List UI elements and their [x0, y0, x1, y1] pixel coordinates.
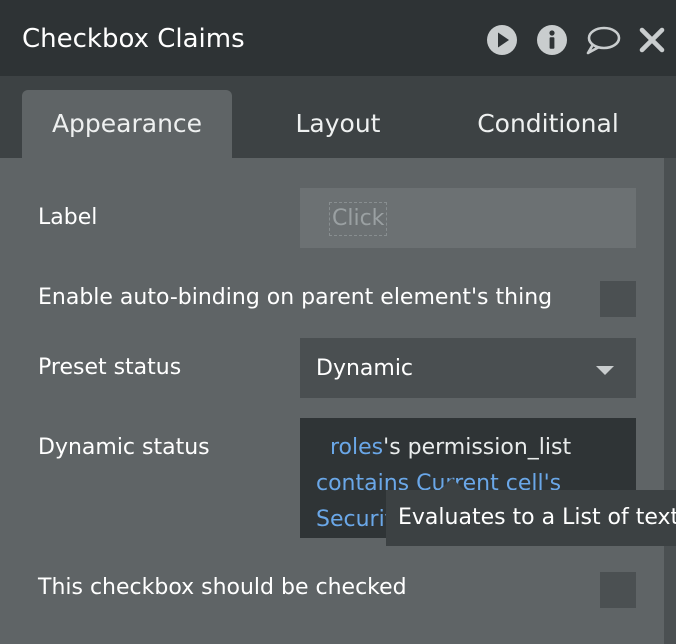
close-icon[interactable]	[638, 23, 666, 57]
element-title: Checkbox Claims	[22, 24, 245, 54]
chevron-down-icon	[596, 366, 614, 375]
auto-binding-property-name: Enable auto-binding on parent element's …	[38, 285, 553, 310]
info-icon[interactable]	[536, 23, 568, 57]
label-property-name: Label	[38, 205, 98, 230]
comment-icon[interactable]	[584, 23, 622, 57]
tooltip-text: Evaluates to a List of texts	[386, 490, 676, 546]
tab-appearance[interactable]: Appearance	[22, 90, 232, 158]
tab-layout[interactable]: Layout	[252, 90, 424, 158]
property-editor-header: Checkbox Claims	[0, 0, 676, 76]
should-be-checked-property-name: This checkbox should be checked	[38, 575, 407, 600]
preset-status-value: Dynamic	[316, 356, 414, 381]
tab-bar: Appearance Layout Conditional	[0, 76, 676, 158]
label-input[interactable]: Click	[300, 188, 636, 248]
scrollbar[interactable]	[664, 158, 676, 644]
preset-status-property-name: Preset status	[38, 355, 182, 380]
expression-line-1: roles's permission_list	[330, 433, 571, 463]
play-icon[interactable]	[486, 23, 518, 57]
tooltip-arrow	[440, 478, 464, 490]
should-be-checked-checkbox[interactable]	[600, 572, 636, 608]
auto-binding-checkbox[interactable]	[600, 281, 636, 317]
expression-token-roles[interactable]: roles	[330, 435, 383, 460]
dynamic-status-property-name: Dynamic status	[38, 435, 210, 460]
expression-token-permission-list[interactable]: 's permission_list	[383, 435, 571, 460]
preset-status-dropdown[interactable]: Dynamic	[300, 338, 636, 398]
tab-conditional[interactable]: Conditional	[448, 90, 648, 158]
label-input-placeholder: Click	[329, 202, 388, 236]
